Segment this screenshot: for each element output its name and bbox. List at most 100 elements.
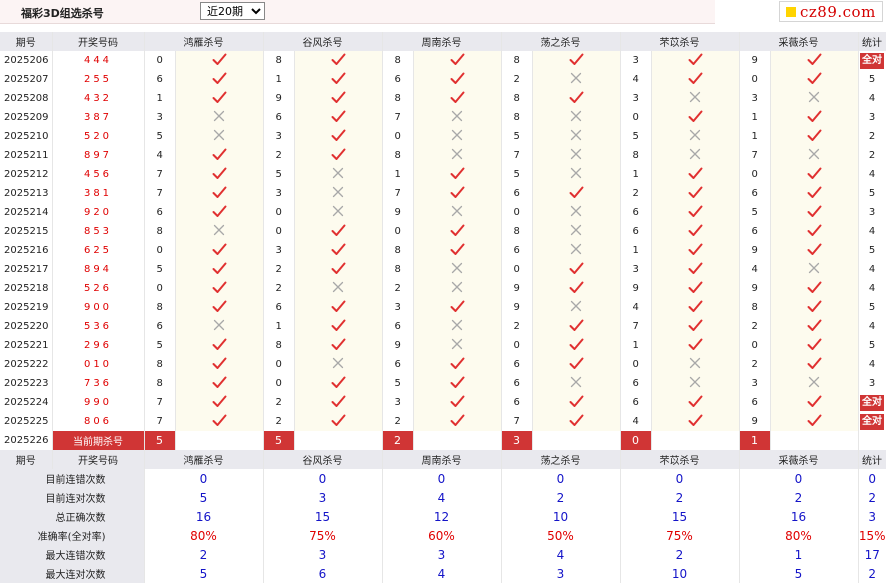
- draw-number-cell: 736: [52, 374, 145, 393]
- summary-stat-value: 17: [864, 547, 880, 562]
- check-icon: [807, 129, 821, 141]
- kill-result-cell: [175, 108, 264, 127]
- summary-stat-value: 3: [868, 509, 877, 524]
- kill-result-cell: [532, 70, 621, 89]
- kill-result-cell: [175, 260, 264, 279]
- cross-icon: [570, 376, 582, 388]
- cross-icon: [808, 376, 820, 388]
- kill-result-cell: [413, 89, 502, 108]
- current-kill-number: 3: [501, 431, 533, 450]
- summary-row: 准确率(全对率) 80% 75% 60% 50% 75% 80% 15%: [0, 526, 886, 545]
- check-icon: [331, 319, 345, 331]
- kill-number-cell: 9: [620, 279, 652, 298]
- summary-row: 最大连对次数 5 6 4 3 10 5 2: [0, 564, 886, 583]
- kill-number-cell: 6: [620, 222, 652, 241]
- kill-result-cell: [413, 336, 502, 355]
- summary-stat-value: 2: [868, 566, 877, 581]
- header-predictor: 采薇杀号: [739, 32, 859, 51]
- period-cell: 2025219: [0, 298, 53, 317]
- check-icon: [569, 319, 583, 331]
- period-cell: 2025218: [0, 279, 53, 298]
- site-logo[interactable]: cz89.com: [779, 1, 883, 22]
- kill-result-cell: [294, 298, 383, 317]
- kill-number-cell: 8: [382, 146, 414, 165]
- kill-number-cell: 7: [382, 184, 414, 203]
- summary-value: 0: [144, 469, 264, 488]
- summary-value: 2: [739, 488, 859, 507]
- summary-value: 3: [263, 545, 383, 564]
- cross-icon: [213, 129, 225, 141]
- summary-value: 2: [144, 545, 264, 564]
- period-cell: 2025208: [0, 89, 53, 108]
- kill-number-cell: 8: [620, 146, 652, 165]
- kill-result-cell: [651, 108, 740, 127]
- check-icon: [212, 72, 226, 84]
- kill-result-cell: [532, 279, 621, 298]
- kill-result-cell: [770, 317, 859, 336]
- check-icon: [569, 186, 583, 198]
- check-icon: [807, 205, 821, 217]
- kill-result-cell: [413, 279, 502, 298]
- period-select[interactable]: 近20期: [200, 2, 265, 20]
- cross-icon: [570, 148, 582, 160]
- kill-number-cell: 5: [144, 336, 176, 355]
- kill-number-cell: 6: [501, 184, 533, 203]
- kill-number-cell: 6: [144, 317, 176, 336]
- kill-number-cell: 8: [501, 51, 533, 70]
- all-correct-badge: 全对: [860, 52, 884, 69]
- current-kill-label: 当前期杀号: [52, 431, 145, 450]
- kill-result-cell: [770, 165, 859, 184]
- kill-result-cell: [532, 184, 621, 203]
- summary-label: 最大连错次数: [0, 545, 145, 564]
- period-cell: 2025217: [0, 260, 53, 279]
- kill-number-cell: 6: [620, 393, 652, 412]
- kill-result-cell: [770, 374, 859, 393]
- kill-result-cell: [770, 146, 859, 165]
- kill-number-cell: 9: [382, 203, 414, 222]
- check-icon: [569, 357, 583, 369]
- summary-value: 5: [144, 564, 264, 583]
- kill-result-cell: [532, 89, 621, 108]
- period-cell: 2025211: [0, 146, 53, 165]
- kill-result-cell: [413, 298, 502, 317]
- cross-icon: [570, 243, 582, 255]
- cross-icon: [570, 300, 582, 312]
- table-header-row: 期号 开奖号码 鸿雁杀号 谷风杀号 周南杀号 荡之杀号 芣苡杀号 采薇杀号 统计: [0, 32, 886, 51]
- kill-result-cell: [532, 374, 621, 393]
- kill-number-cell: 7: [144, 393, 176, 412]
- check-icon: [331, 91, 345, 103]
- summary-label: 最大连对次数: [0, 564, 145, 583]
- check-icon: [807, 395, 821, 407]
- draw-number-cell: 853: [52, 222, 145, 241]
- check-icon: [331, 53, 345, 65]
- kill-result-cell: [413, 127, 502, 146]
- kill-number-cell: 2: [382, 279, 414, 298]
- check-icon: [212, 262, 226, 274]
- kill-result-cell: [651, 412, 740, 431]
- kill-number-cell: 0: [501, 260, 533, 279]
- cross-icon: [332, 205, 344, 217]
- summary-value: 75%: [263, 526, 383, 545]
- draw-number-cell: 444: [52, 51, 145, 70]
- summary-value: 4: [382, 564, 502, 583]
- period-cell: 2025221: [0, 336, 53, 355]
- kill-number-cell: 6: [144, 70, 176, 89]
- check-icon: [688, 110, 702, 122]
- kill-result-cell: [532, 146, 621, 165]
- check-icon: [807, 53, 821, 65]
- stat-cell: 5: [858, 241, 886, 260]
- check-icon: [688, 338, 702, 350]
- cross-icon: [451, 110, 463, 122]
- kill-result-cell: [651, 241, 740, 260]
- kill-number-cell: 3: [739, 89, 771, 108]
- kill-number-cell: 7: [620, 317, 652, 336]
- period-cell: 2025215: [0, 222, 53, 241]
- stat-cell: 5: [858, 336, 886, 355]
- check-icon: [331, 72, 345, 84]
- kill-result-cell: [532, 393, 621, 412]
- kill-result-cell: [651, 336, 740, 355]
- kill-result-cell: [413, 108, 502, 127]
- header-period: 期号: [0, 32, 53, 51]
- kill-result-cell: [294, 89, 383, 108]
- stat-cell: 全对: [858, 393, 886, 412]
